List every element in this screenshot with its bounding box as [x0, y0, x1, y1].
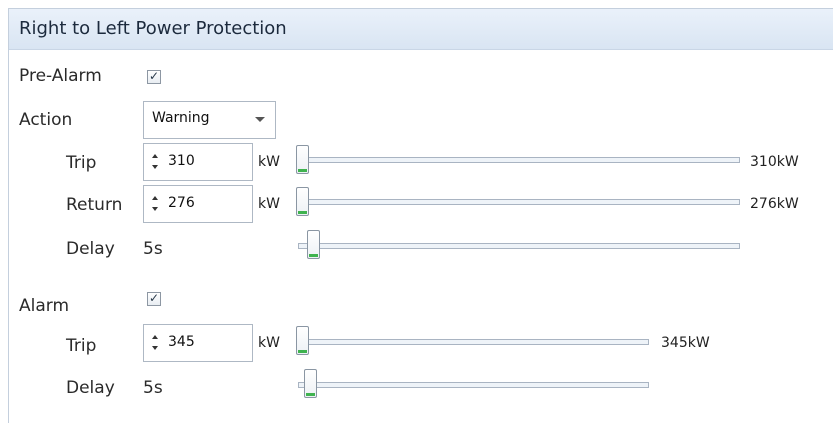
- return-label: Return: [66, 195, 123, 215]
- check-icon: ✓: [148, 291, 160, 305]
- pre-alarm-trip-slider-track[interactable]: [300, 157, 740, 163]
- alarm-delay-label: Delay: [66, 378, 115, 398]
- chevron-down-icon: [255, 117, 265, 122]
- check-icon: ✓: [148, 69, 160, 83]
- action-dropdown-value: Warning: [152, 110, 210, 126]
- action-label: Action: [19, 110, 73, 130]
- return-value: 276: [168, 195, 195, 211]
- pre-alarm-trip-value: 310: [168, 153, 195, 169]
- panel-header: Right to Left Power Protection: [9, 9, 833, 50]
- action-dropdown[interactable]: Warning: [143, 101, 276, 139]
- spin-arrows-icon[interactable]: [151, 333, 161, 353]
- pre-alarm-delay-label: Delay: [66, 239, 115, 259]
- return-slider-track[interactable]: [300, 199, 740, 205]
- alarm-trip-readout: 345kW: [661, 335, 710, 351]
- alarm-checkbox[interactable]: ✓: [147, 291, 161, 306]
- pre-alarm-delay-slider-track[interactable]: [298, 243, 740, 249]
- return-spinner[interactable]: 276: [143, 185, 253, 223]
- return-readout: 276kW: [750, 196, 799, 212]
- alarm-trip-spinner[interactable]: 345: [143, 324, 253, 362]
- alarm-trip-slider-thumb[interactable]: [296, 326, 309, 355]
- pre-alarm-trip-unit: kW: [258, 154, 280, 170]
- pre-alarm-checkbox[interactable]: ✓: [147, 69, 161, 84]
- alarm-delay-slider-track[interactable]: [298, 382, 649, 388]
- return-slider-thumb[interactable]: [296, 187, 309, 216]
- alarm-trip-value: 345: [168, 334, 195, 350]
- pre-alarm-trip-spinner[interactable]: 310: [143, 143, 253, 181]
- alarm-trip-label: Trip: [66, 336, 97, 356]
- alarm-delay-value: 5s: [143, 378, 163, 398]
- pre-alarm-delay-value: 5s: [143, 239, 163, 259]
- pre-alarm-trip-readout: 310kW: [750, 154, 799, 170]
- spin-arrows-icon[interactable]: [151, 194, 161, 214]
- pre-alarm-label: Pre-Alarm: [19, 66, 102, 86]
- alarm-trip-slider-track[interactable]: [300, 339, 649, 345]
- pre-alarm-delay-slider-thumb[interactable]: [307, 230, 320, 259]
- panel-title: Right to Left Power Protection: [19, 18, 287, 39]
- alarm-trip-unit: kW: [258, 335, 280, 351]
- pre-alarm-trip-slider-thumb[interactable]: [296, 145, 309, 174]
- return-unit: kW: [258, 196, 280, 212]
- spin-arrows-icon[interactable]: [151, 152, 161, 172]
- pre-alarm-trip-label: Trip: [66, 153, 97, 173]
- protection-panel: Right to Left Power Protection: [8, 8, 833, 423]
- alarm-delay-slider-thumb[interactable]: [304, 369, 317, 398]
- alarm-label: Alarm: [19, 296, 70, 316]
